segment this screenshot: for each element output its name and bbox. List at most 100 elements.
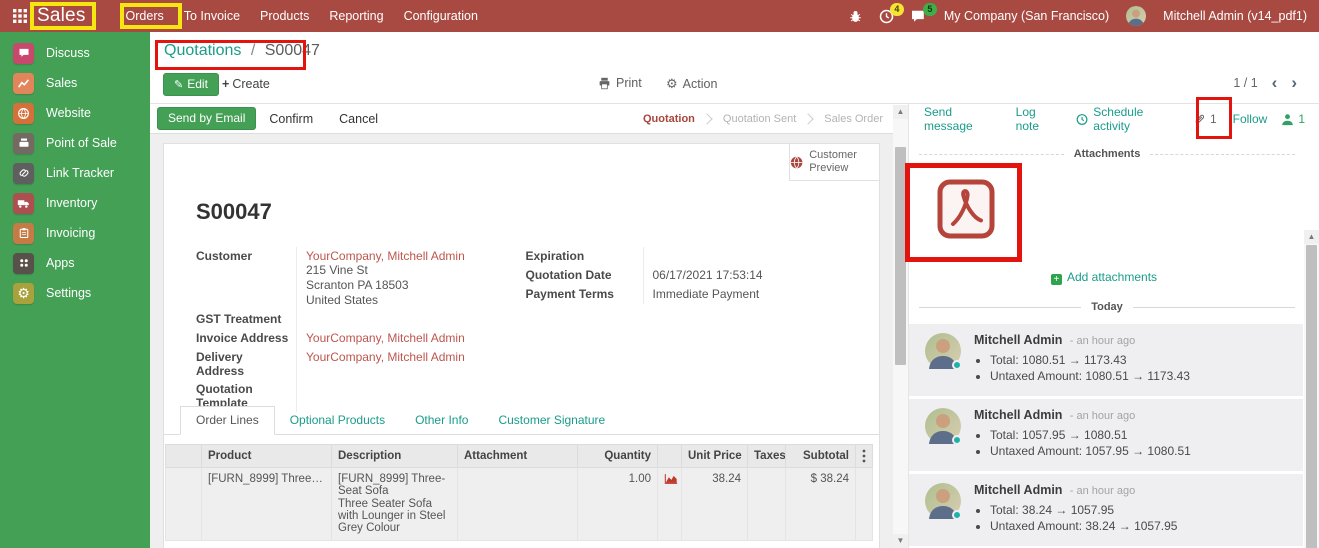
attachments-toggle-button[interactable]: 1 (1194, 112, 1217, 126)
user-menu[interactable]: Mitchell Admin (v14_pdf1) (1163, 9, 1307, 23)
delivery-address-link[interactable]: YourCompany, Mitchell Admin (306, 350, 465, 364)
menu-to-invoice[interactable]: To Invoice (174, 0, 250, 32)
attachments-divider: Attachments (919, 148, 1295, 160)
print-button[interactable]: Print (598, 76, 642, 90)
message-item: Mitchell Admin - an hour ago Total: 1080… (909, 324, 1303, 396)
payment-terms-value[interactable]: Immediate Payment (642, 285, 856, 304)
attachment-column-header[interactable]: Attachment (457, 444, 578, 468)
quantity-column-header[interactable]: Quantity (577, 444, 658, 468)
apps-grid-icon[interactable] (13, 9, 27, 23)
action-button[interactable]: ⚙ Action (666, 76, 717, 92)
current-app-name[interactable]: Sales (37, 5, 86, 27)
follow-button[interactable]: Follow (1233, 112, 1268, 126)
send-by-email-button[interactable]: Send by Email (157, 107, 257, 130)
website-app-icon (13, 102, 34, 124)
online-status-dot (952, 360, 962, 370)
sidebar-item-invoicing[interactable]: Invoicing (0, 218, 150, 248)
scroll-down-icon[interactable]: ▼ (893, 534, 908, 548)
pdf-attachment-thumbnail[interactable] (936, 178, 996, 240)
unit-price-column-header[interactable]: Unit Price (681, 444, 748, 468)
scrollbar-thumb[interactable] (895, 147, 906, 365)
stage-sales-order[interactable]: Sales Order (824, 113, 883, 125)
row-handle-cell[interactable] (165, 467, 202, 541)
taxes-column-header[interactable]: Taxes (747, 444, 786, 468)
scroll-up-icon[interactable]: ▲ (1304, 230, 1319, 244)
attachment-cell[interactable] (457, 467, 578, 541)
cancel-button[interactable]: Cancel (326, 109, 391, 129)
topbar-right: 4 5 My Company (San Francisco) Mitchell … (849, 2, 1319, 26)
add-attachments-button[interactable]: + Add attachments (909, 270, 1299, 285)
pager-next-icon[interactable]: › (1291, 74, 1297, 91)
customer-link[interactable]: YourCompany, Mitchell Admin (306, 249, 465, 263)
optional-columns-icon[interactable] (855, 444, 873, 468)
invoice-address-link[interactable]: YourCompany, Mitchell Admin (306, 331, 465, 345)
sidebar-item-link-tracker[interactable]: Link Tracker (0, 158, 150, 188)
message-author[interactable]: Mitchell Admin (974, 408, 1062, 422)
sidebar-item-apps[interactable]: Apps (0, 248, 150, 278)
main-scrollbar[interactable]: ▲ ▼ (893, 105, 908, 548)
avatar[interactable] (925, 483, 962, 520)
debug-bug-icon[interactable] (849, 10, 862, 23)
confirm-button[interactable]: Confirm (256, 109, 326, 129)
menu-products[interactable]: Products (250, 0, 319, 32)
breadcrumb-quotations-link[interactable]: Quotations (164, 42, 241, 59)
stage-chevron-icon (701, 112, 713, 125)
order-line-row[interactable]: [FURN_8999] Three-Seat ... [FURN_8999] T… (165, 467, 873, 541)
tab-customer-signature[interactable]: Customer Signature (483, 407, 620, 434)
product-cell[interactable]: [FURN_8999] Three-Seat ... (201, 467, 332, 541)
today-divider: Today (919, 301, 1296, 313)
payment-terms-label: Payment Terms (525, 287, 614, 301)
scrollbar-thumb[interactable] (1306, 245, 1317, 548)
tracking-change: Untaxed Amount: 1080.51 → 1173.43 (990, 369, 1190, 383)
gst-treatment-value[interactable] (296, 310, 526, 329)
quantity-cell[interactable]: 1.00 (577, 467, 658, 541)
followers-button[interactable]: 1 (1281, 112, 1305, 126)
company-switcher[interactable]: My Company (San Francisco) (944, 9, 1109, 23)
chatter-scrollbar[interactable]: ▲ ▼ (1304, 230, 1319, 548)
scroll-up-icon[interactable]: ▲ (893, 105, 908, 119)
message-author[interactable]: Mitchell Admin (974, 333, 1062, 347)
description-column-header[interactable]: Description (331, 444, 458, 468)
table-header-row: Product Description Attachment Quantity … (165, 444, 873, 468)
avatar[interactable] (925, 408, 962, 445)
sidebar-item-point-of-sale[interactable]: Point of Sale (0, 128, 150, 158)
sidebar-item-discuss[interactable]: Discuss (0, 38, 150, 68)
create-button[interactable]: + Create (222, 77, 270, 91)
taxes-cell[interactable] (747, 467, 786, 541)
log-note-button[interactable]: Log note (1016, 105, 1060, 133)
sidebar-item-sales[interactable]: Sales (0, 68, 150, 98)
subtotal-column-header[interactable]: Subtotal (785, 444, 856, 468)
unit-price-cell[interactable]: 38.24 (681, 467, 748, 541)
send-message-button[interactable]: Send message (924, 105, 999, 133)
menu-configuration[interactable]: Configuration (394, 0, 488, 32)
tab-order-lines[interactable]: Order Lines (180, 406, 275, 435)
message-author[interactable]: Mitchell Admin (974, 483, 1062, 497)
customer-preview-button[interactable]: Customer Preview (789, 144, 879, 181)
expiration-value[interactable] (642, 247, 856, 266)
forecast-chart-icon[interactable] (657, 467, 682, 541)
description-cell[interactable]: [FURN_8999] Three-Seat Sofa Three Seater… (331, 467, 458, 541)
tab-other-info[interactable]: Other Info (400, 407, 483, 434)
pager-value: 1 / 1 (1233, 76, 1258, 90)
product-column-header[interactable]: Product (201, 444, 332, 468)
sidebar-item-inventory[interactable]: Inventory (0, 188, 150, 218)
stage-quotation[interactable]: Quotation (643, 113, 695, 125)
sidebar-item-label: Settings (46, 286, 92, 300)
activities-clock-icon[interactable]: 4 (879, 2, 904, 24)
stage-quotation-sent[interactable]: Quotation Sent (723, 113, 796, 125)
messages-chat-icon[interactable]: 5 (911, 3, 937, 23)
message-time: - an hour ago (1069, 485, 1136, 497)
sidebar-item-settings[interactable]: ⚙ Settings (0, 278, 150, 308)
apps-app-icon (13, 252, 34, 274)
printer-icon (599, 77, 610, 89)
user-avatar[interactable] (1126, 6, 1147, 26)
schedule-activity-button[interactable]: Schedule activity (1076, 105, 1177, 133)
pager-previous-icon[interactable]: ‹ (1272, 74, 1278, 91)
avatar[interactable] (925, 333, 962, 370)
sidebar-item-website[interactable]: Website (0, 98, 150, 128)
menu-reporting[interactable]: Reporting (319, 0, 393, 32)
paperclip-icon (1195, 114, 1205, 124)
edit-button[interactable]: ✎ Edit (163, 73, 219, 96)
tab-optional-products[interactable]: Optional Products (275, 407, 400, 434)
menu-orders[interactable]: Orders (116, 0, 174, 32)
